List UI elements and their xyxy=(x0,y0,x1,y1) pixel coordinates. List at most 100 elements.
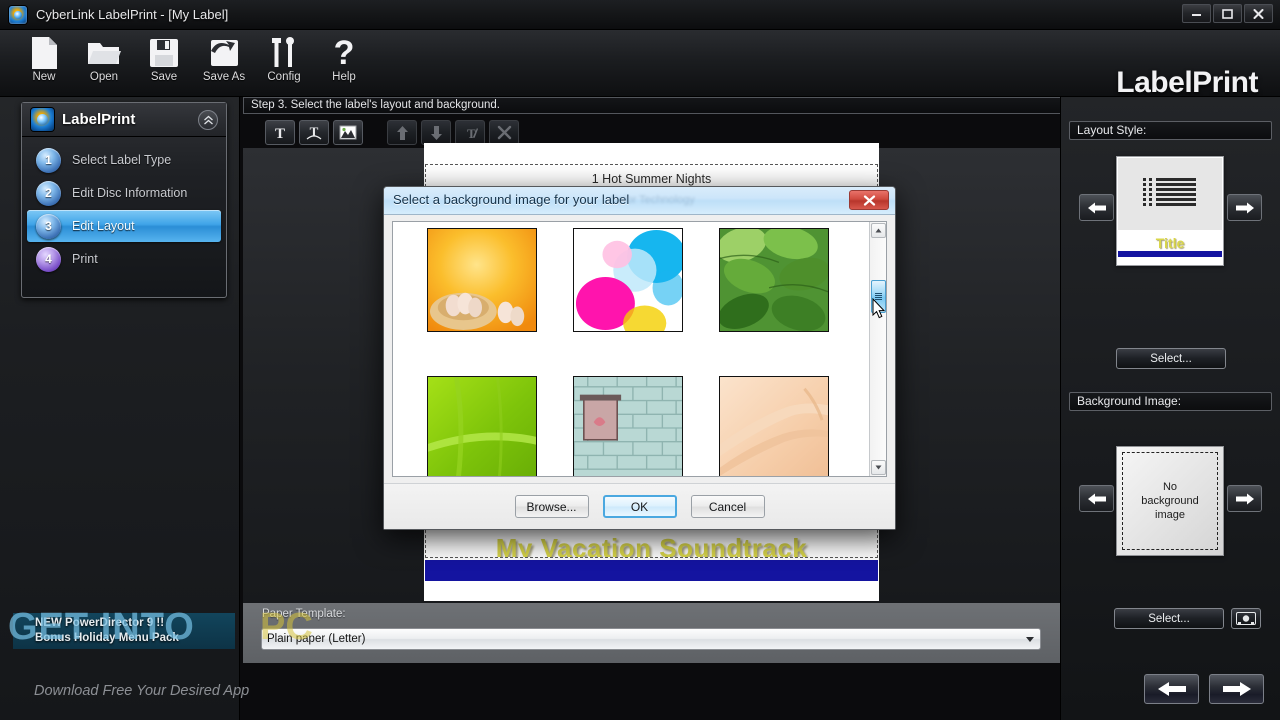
svg-text:?: ? xyxy=(334,36,355,70)
save-as-icon xyxy=(194,33,254,73)
sidebar-item-print[interactable]: 4 Print xyxy=(27,243,221,275)
left-sidebar: LabelPrint 1 Select Label Type 2 Edit Di… xyxy=(0,97,240,720)
config-button[interactable]: Config xyxy=(254,33,314,83)
step-number-badge: 2 xyxy=(36,180,61,206)
dialog-title-ghost-text: Color Technology xyxy=(610,194,695,206)
close-button[interactable] xyxy=(1244,4,1273,23)
background-image-dialog[interactable]: Select a background image for your label… xyxy=(383,186,896,530)
layout-style-next-button[interactable] xyxy=(1227,194,1262,221)
scroll-down-icon[interactable] xyxy=(871,460,886,475)
new-button-label: New xyxy=(32,71,56,83)
thumbnail-grid-container xyxy=(392,221,887,477)
arrow-left-icon xyxy=(1157,682,1186,696)
labelprint-logo-icon xyxy=(31,108,54,131)
wizard-back-button[interactable] xyxy=(1144,674,1199,704)
window-controls xyxy=(1182,4,1273,23)
arrow-left-icon xyxy=(1087,493,1106,504)
delete-icon[interactable] xyxy=(489,120,519,145)
step-number-badge: 3 xyxy=(36,213,61,239)
promo-banner[interactable]: NEW PowerDirector 9 !! Bonus Holiday Men… xyxy=(13,613,235,649)
labelprint-app-icon xyxy=(9,5,27,24)
cancel-button[interactable]: Cancel xyxy=(690,495,765,518)
minimize-button[interactable] xyxy=(1182,4,1211,23)
layout-style-select-button[interactable]: Select... xyxy=(1116,348,1226,369)
sidebar-item-edit-layout[interactable]: 3 Edit Layout xyxy=(27,210,221,242)
open-button[interactable]: Open xyxy=(74,33,134,83)
sidebar-item-select-label-type[interactable]: 1 Select Label Type xyxy=(27,144,221,176)
layout-style-preview[interactable]: Title xyxy=(1116,156,1224,266)
background-prev-button[interactable] xyxy=(1079,485,1114,512)
arrow-left-icon xyxy=(1087,202,1106,213)
nav-panel-header: LabelPrint xyxy=(22,103,226,137)
thumbnail-pink-blue-bokeh[interactable] xyxy=(573,228,686,341)
layout-lines-icon xyxy=(1118,158,1222,230)
move-up-icon[interactable] xyxy=(387,120,417,145)
add-image-icon[interactable] xyxy=(333,120,363,145)
new-document-icon xyxy=(14,33,74,73)
step-number-badge: 1 xyxy=(36,147,61,173)
save-as-button[interactable]: Save As xyxy=(194,33,254,83)
paper-template-strip: Paper Template: Plain paper (Letter) xyxy=(243,603,1060,663)
arrow-right-icon xyxy=(1222,682,1251,696)
new-button[interactable]: New xyxy=(14,33,74,83)
save-as-button-label: Save As xyxy=(202,71,246,83)
label-title-text[interactable]: My Vacation Soundtrack xyxy=(426,533,877,557)
layout-preview-title: Title xyxy=(1155,235,1185,251)
sidebar-item-label: Print xyxy=(72,252,98,266)
placeholder-line-2: background xyxy=(1141,495,1199,507)
svg-text:T: T xyxy=(275,126,285,141)
scroll-up-icon[interactable] xyxy=(871,223,886,238)
promo-line-2: Bonus Holiday Menu Pack xyxy=(35,632,179,644)
thumbnail-green-leaves[interactable] xyxy=(716,226,830,332)
thumbnail-blue-brick-wall[interactable] xyxy=(573,376,683,476)
help-button-label: Help xyxy=(332,71,356,83)
placeholder-line-3: image xyxy=(1155,509,1185,521)
browse-button[interactable]: Browse... xyxy=(514,495,589,518)
arrow-right-icon xyxy=(1235,493,1254,504)
main-toolbar: New Open Save Save As Config ? Help Labe… xyxy=(0,30,1280,99)
watermark-tagline: Download Free Your Desired App xyxy=(34,683,250,699)
no-background-placeholder: No background image xyxy=(1122,452,1218,550)
thumbnail-bright-green-leaf[interactable] xyxy=(423,371,541,476)
add-text-icon[interactable]: T xyxy=(265,120,295,145)
curved-text-icon[interactable]: T xyxy=(299,120,329,145)
paper-template-select[interactable]: Plain paper (Letter) xyxy=(261,628,1041,650)
wizard-next-button[interactable] xyxy=(1209,674,1264,704)
thumbnail-peach-cream-swirl[interactable] xyxy=(715,376,833,476)
background-select-button[interactable]: Select... xyxy=(1114,608,1224,629)
background-image-preview[interactable]: No background image xyxy=(1116,446,1224,556)
open-button-label: Open xyxy=(89,71,119,83)
save-button[interactable]: Save xyxy=(134,33,194,83)
background-next-button[interactable] xyxy=(1227,485,1262,512)
sidebar-item-label: Edit Layout xyxy=(72,219,135,233)
step-list: 1 Select Label Type 2 Edit Disc Informat… xyxy=(22,137,226,275)
thumbnail-eggs-in-nest-orange[interactable] xyxy=(427,228,537,332)
scrollbar-grip-icon xyxy=(875,293,882,300)
nav-panel-title: LabelPrint xyxy=(62,111,136,128)
scrollbar-thumb[interactable] xyxy=(871,280,886,313)
background-image-body: No background image Select... xyxy=(1061,411,1280,661)
dialog-title: Select a background image for your label xyxy=(393,192,630,207)
app-brand-logo: LabelPrint xyxy=(1116,66,1258,99)
capture-icon[interactable] xyxy=(1231,608,1261,629)
layout-style-body: Title Select... xyxy=(1061,140,1280,372)
dialog-close-button[interactable] xyxy=(849,190,889,210)
move-down-icon[interactable] xyxy=(421,120,451,145)
background-image-header: Background Image: xyxy=(1069,392,1272,411)
step-navigation-panel: LabelPrint 1 Select Label Type 2 Edit Di… xyxy=(21,102,227,298)
sidebar-item-edit-disc-information[interactable]: 2 Edit Disc Information xyxy=(27,177,221,209)
promo-line-1: NEW PowerDirector 9 !! xyxy=(35,617,165,629)
chevron-up-double-icon[interactable] xyxy=(198,110,218,130)
layout-preview-accent-bar xyxy=(1118,251,1222,257)
question-mark-icon: ? xyxy=(314,33,374,73)
maximize-button[interactable] xyxy=(1213,4,1242,23)
ok-button[interactable]: OK xyxy=(602,495,677,518)
placeholder-line-1: No xyxy=(1162,481,1178,493)
help-button[interactable]: ? Help xyxy=(314,33,374,83)
thumbnail-scrollbar[interactable] xyxy=(869,222,886,476)
edit-text-icon[interactable]: T xyxy=(455,120,485,145)
layout-style-prev-button[interactable] xyxy=(1079,194,1114,221)
thumbnail-grid xyxy=(393,222,863,476)
layout-style-header: Layout Style: xyxy=(1069,121,1272,140)
dialog-footer: Browse... OK Cancel xyxy=(384,483,895,529)
